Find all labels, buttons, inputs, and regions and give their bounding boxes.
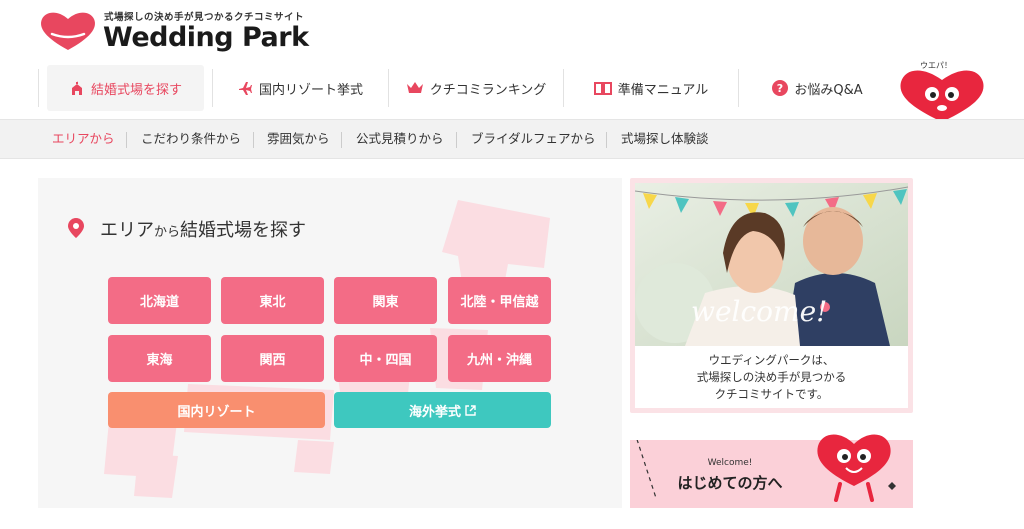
main-nav: 結婚式場を探す 国内リゾート挙式 クチコミランキング 準備マニュアル ? お悩み… [38,63,908,113]
crown-icon [406,81,424,95]
mascot-waving-icon [817,434,896,502]
question-icon: ? [772,80,789,96]
nav-item-label: 国内リゾート挙式 [258,82,363,98]
mascot-heart-icon[interactable] [897,60,987,120]
subnav-item-atmosphere[interactable]: 雰囲気から [267,120,330,158]
church-icon [69,80,85,96]
welcome-couple-photo: welcome! [635,183,908,346]
nav-divider [388,69,389,107]
logo-wordmark[interactable]: Wedding Park [103,22,309,53]
subnav-item-estimate[interactable]: 公式見積りから [356,120,444,158]
subnav-item-fair[interactable]: ブライダルフェアから [471,120,596,158]
welcome-line: クチコミサイトです。 [714,387,829,401]
welcome-line: 式場探しの決め手が見つかる [696,370,847,384]
first-time-banner[interactable]: Welcome! はじめての方へ [630,434,913,508]
welcome-card[interactable]: welcome! ウエディングパークは、 式場探しの決め手が見つかる クチコミサ… [630,178,913,413]
area-heading: エリア から 結婚式場を探す [100,216,306,242]
site-header: 式場探しの決め手が見つかるクチコミサイト Wedding Park [0,0,1024,62]
region-button-kyushu[interactable]: 九州・沖縄 [448,335,551,382]
logo-tagline: 式場探しの決め手が見つかるクチコミサイト [104,12,305,23]
nav-item-ranking[interactable]: クチコミランキング [390,65,562,111]
area-search-panel: エリア から 結婚式場を探す 北海道 東北 関東 北陸・甲信越 東海 関西 中・四国… [38,178,622,508]
nav-item-venue-search[interactable]: 結婚式場を探す [47,65,204,111]
region-button-kansai[interactable]: 関西 [221,335,324,382]
first-time-welcome: Welcome! [707,458,753,468]
subnav-item-conditions[interactable]: こだわり条件から [141,120,241,158]
area-heading-part: 結婚式場を探す [180,220,307,241]
airplane-icon [237,80,253,96]
region-button-tokai[interactable]: 東海 [108,335,211,382]
nav-divider [212,69,213,107]
region-button-chushikoku[interactable]: 中・四国 [334,335,437,382]
heart-logo-icon[interactable] [38,10,98,52]
subnav-divider [456,132,457,148]
nav-divider [38,69,39,107]
welcome-description: ウエディングパークは、 式場探しの決め手が見つかる クチコミサイトです。 [635,346,908,408]
nav-item-label: お悩みQ&A [794,82,863,98]
book-icon [593,81,612,95]
welcome-script: welcome! [691,295,828,328]
area-heading-part: から [154,225,181,240]
nav-divider [738,69,739,107]
subnav-divider [606,132,607,148]
region-button-tohoku[interactable]: 東北 [221,277,324,324]
external-link-icon [465,404,476,416]
nav-item-label: 結婚式場を探す [90,82,182,98]
region-button-kanto[interactable]: 関東 [334,277,437,324]
sub-nav: エリアから こだわり条件から 雰囲気から 公式見積りから ブライダルフェアから … [0,119,1024,159]
nav-item-label: クチコミランキング [429,82,547,98]
region-button-hokkaido[interactable]: 北海道 [108,277,211,324]
location-pin-icon [68,218,84,238]
overseas-wedding-button[interactable]: 海外挙式 [334,392,551,428]
svg-text:?: ? [777,82,783,95]
subnav-divider [126,132,127,148]
subnav-item-area[interactable]: エリアから [52,120,115,158]
nav-item-resort[interactable]: 国内リゾート挙式 [214,65,386,111]
nav-item-label: 準備マニュアル [617,82,709,98]
subnav-item-experience[interactable]: 式場探し体験談 [621,120,709,158]
area-heading-part: エリア [100,220,154,241]
nav-divider [563,69,564,107]
subnav-divider [253,132,254,148]
overseas-wedding-label: 海外挙式 [408,404,461,420]
region-button-hokuriku[interactable]: 北陸・甲信越 [448,277,551,324]
resort-button[interactable]: 国内リゾート [108,392,325,428]
welcome-line: ウエディングパークは、 [708,353,835,367]
first-time-title: はじめての方へ [677,474,783,492]
subnav-divider [341,132,342,148]
nav-item-qa[interactable]: ? お悩みQ&A [740,65,895,111]
nav-item-manual[interactable]: 準備マニュアル [565,65,737,111]
